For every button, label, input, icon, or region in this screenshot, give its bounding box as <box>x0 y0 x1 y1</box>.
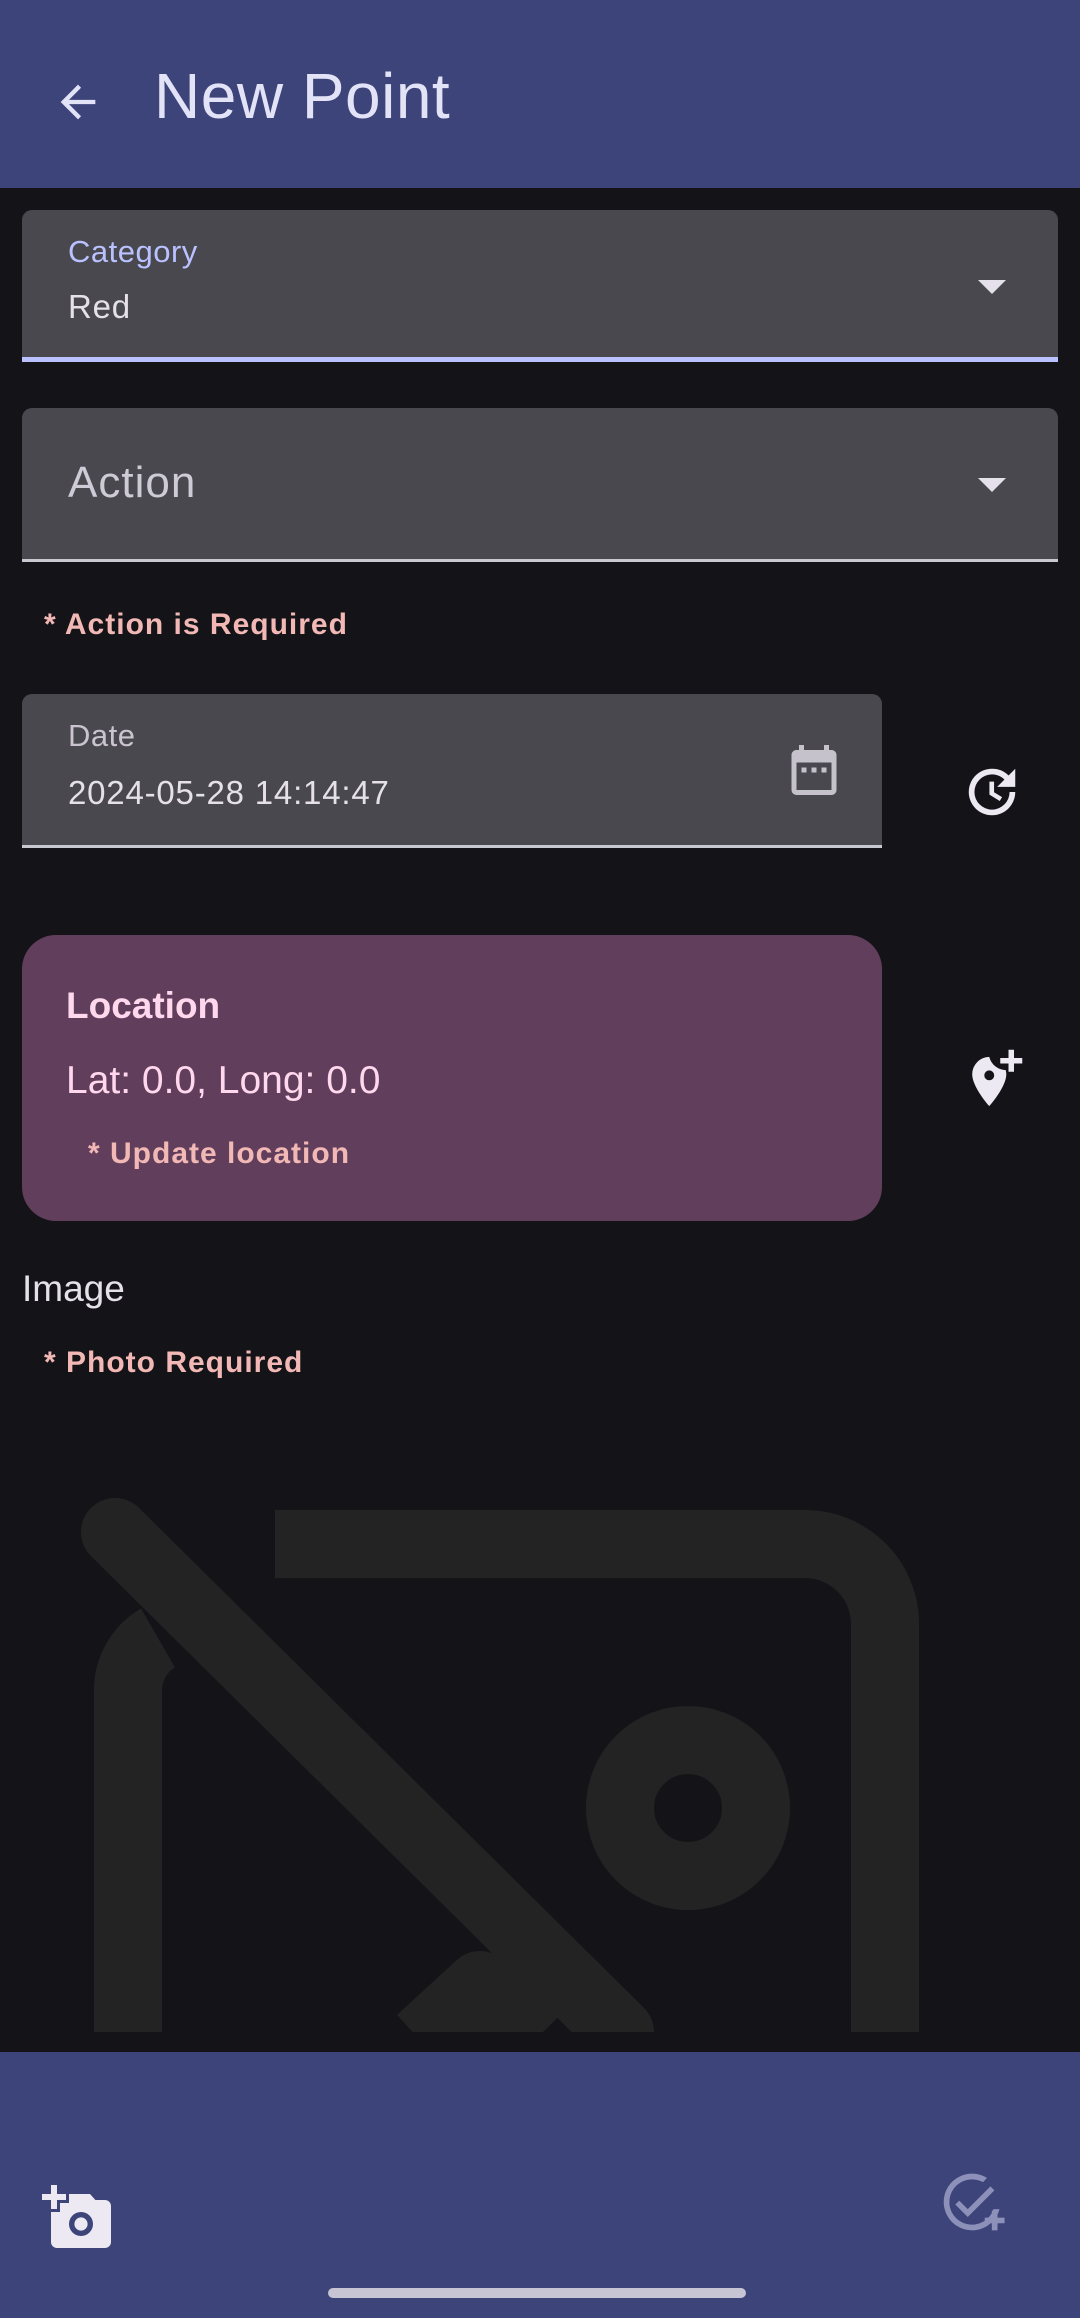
reset-time-button[interactable] <box>942 742 1042 842</box>
category-label: Category <box>68 234 198 269</box>
date-value: 2024-05-28 14:14:47 <box>68 774 390 811</box>
save-point-button[interactable] <box>922 2152 1022 2252</box>
field-underline <box>22 559 1058 562</box>
field-underline <box>22 357 1058 362</box>
add-photo-button[interactable] <box>28 2168 128 2268</box>
no-photography-icon <box>60 1480 980 2032</box>
bottom-app-bar <box>0 2052 1080 2318</box>
action-dropdown[interactable]: Action <box>22 408 1058 562</box>
location-title: Location <box>66 985 221 1026</box>
add-photo-icon <box>42 2185 111 2248</box>
photo-error: * Photo Required <box>44 1346 304 1379</box>
check-circle-add-icon <box>943 2173 1005 2231</box>
top-app-bar: New Point <box>0 0 1080 188</box>
action-placeholder: Action <box>68 458 197 507</box>
back-button[interactable] <box>38 62 118 142</box>
category-dropdown[interactable]: Category Red <box>22 210 1058 362</box>
calendar-button[interactable] <box>764 720 864 820</box>
add-location-icon <box>972 1049 1023 1107</box>
field-underline <box>22 845 882 848</box>
date-field[interactable]: Date 2024-05-28 14:14:47 <box>22 694 882 848</box>
image-heading: Image <box>22 1268 125 1309</box>
calendar-icon <box>791 745 837 795</box>
location-card: Location Lat: 0.0, Long: 0.0 * Update lo… <box>22 935 882 1221</box>
location-error: * Update location <box>88 1137 351 1170</box>
home-indicator[interactable] <box>328 2288 746 2298</box>
date-label: Date <box>68 718 136 753</box>
chevron-down-icon <box>978 478 1006 492</box>
page-title: New Point <box>154 60 451 132</box>
action-error: * Action is Required <box>44 608 348 641</box>
chevron-down-icon <box>978 280 1006 294</box>
category-value: Red <box>68 288 131 325</box>
add-location-button[interactable] <box>942 1030 1042 1130</box>
location-coords: Lat: 0.0, Long: 0.0 <box>66 1059 381 1102</box>
restore-time-icon <box>968 768 1016 816</box>
arrow-back-icon <box>60 84 96 120</box>
